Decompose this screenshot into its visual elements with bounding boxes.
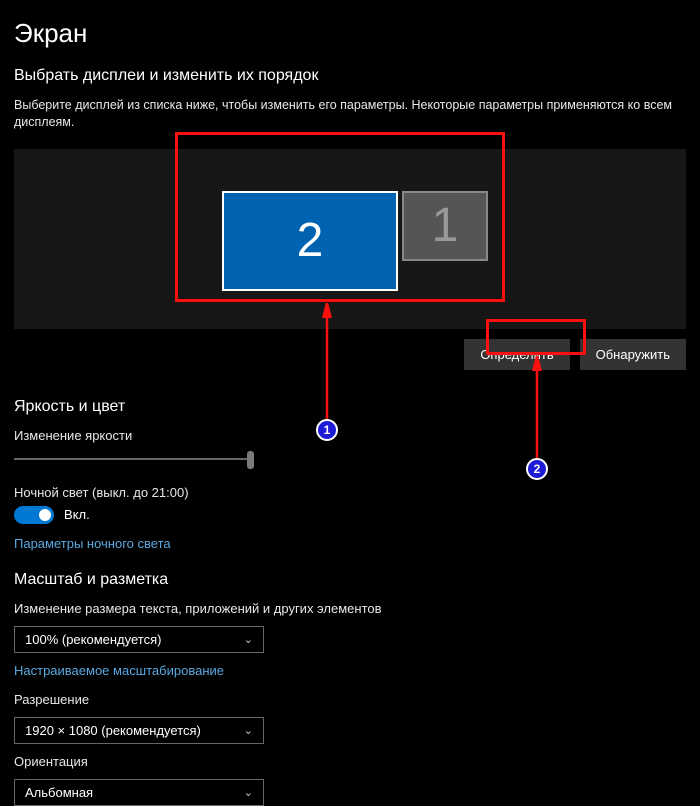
page-title: Экран [14,18,686,49]
detect-button[interactable]: Обнаружить [580,339,686,370]
chevron-down-icon: ⌄ [244,724,253,737]
text-size-value: 100% (рекомендуется) [25,632,161,647]
brightness-slider[interactable] [14,449,254,469]
monitor-1-label: 1 [432,198,459,253]
chevron-down-icon: ⌄ [244,786,253,799]
brightness-slider-label: Изменение яркости [14,428,686,443]
text-size-dropdown[interactable]: 100% (рекомендуется) ⌄ [14,626,264,653]
resolution-label: Разрешение [14,692,686,707]
annotation-badge-2: 2 [526,458,548,480]
monitor-1[interactable]: 1 [402,191,488,261]
identify-button[interactable]: Определить [464,339,569,370]
custom-scaling-link[interactable]: Настраиваемое масштабирование [14,663,224,678]
text-size-label: Изменение размера текста, приложений и д… [14,601,686,616]
night-light-toggle[interactable] [14,506,54,524]
slider-track [14,458,254,460]
night-light-toggle-state: Вкл. [64,507,90,522]
night-light-label: Ночной свет (выкл. до 21:00) [14,485,686,500]
arrange-help-text: Выберите дисплей из списка ниже, чтобы и… [14,97,686,131]
scale-heading: Масштаб и разметка [14,571,686,589]
display-arrangement-area[interactable]: 2 1 [14,149,686,329]
arrange-heading: Выбрать дисплеи и изменить их порядок [14,67,686,85]
orientation-label: Ориентация [14,754,686,769]
display-button-row: Определить Обнаружить [14,339,686,370]
monitor-2-label: 2 [297,213,324,268]
orientation-dropdown[interactable]: Альбомная ⌄ [14,779,264,806]
toggle-knob [39,509,51,521]
brightness-heading: Яркость и цвет [14,398,686,416]
resolution-value: 1920 × 1080 (рекомендуется) [25,723,201,738]
monitor-2[interactable]: 2 [222,191,398,291]
slider-thumb[interactable] [247,451,254,469]
chevron-down-icon: ⌄ [244,633,253,646]
orientation-value: Альбомная [25,785,93,800]
night-light-settings-link[interactable]: Параметры ночного света [14,536,171,551]
resolution-dropdown[interactable]: 1920 × 1080 (рекомендуется) ⌄ [14,717,264,744]
